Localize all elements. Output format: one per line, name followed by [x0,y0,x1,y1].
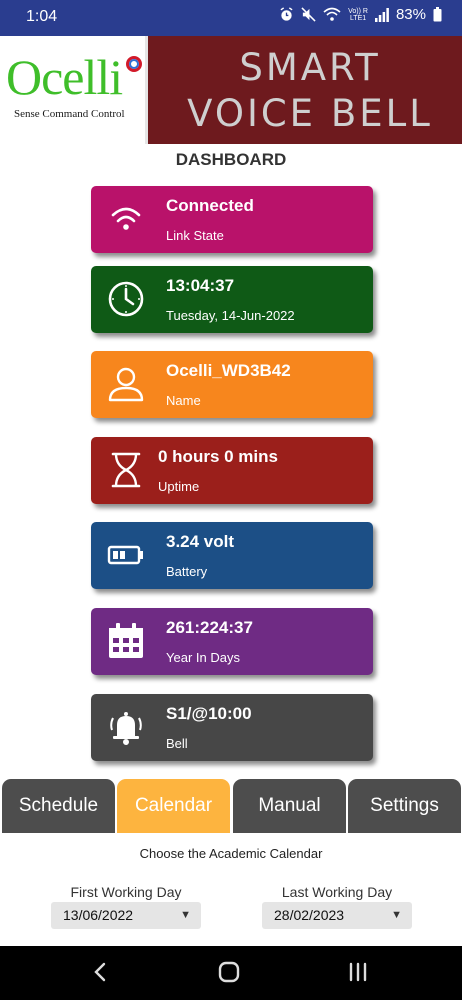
signal-icon [374,7,389,22]
bell-ringing-icon [110,712,142,745]
status-time: 1:04 [26,8,58,25]
mute-icon [301,7,316,22]
year-in-days-value: 261:224:37 [166,618,253,637]
battery-icon [433,7,442,22]
dashboard-title: DASHBOARD [175,150,287,169]
battery-card[interactable]: 3.24 volt Battery [91,522,373,589]
logo-tagline: Sense Command Control [14,108,125,120]
status-icons: Vo)) R LTE1 83% [279,6,442,23]
first-working-day-select[interactable]: 13/06/2022 ▼ [51,902,201,929]
app-header: Ocelli Sense Command Control SMART VOICE… [0,36,462,144]
battery-voltage-value: 3.24 volt [166,532,235,551]
logo-ring-inner-icon [129,59,139,69]
last-working-day-label: Last Working Day [281,884,393,900]
logo-text: Ocelli [6,49,123,105]
ocelli-logo: Ocelli Sense Command Control [0,36,148,144]
calendar-icon [109,623,143,658]
wifi-icon [111,207,141,230]
hourglass-icon [111,452,141,488]
clock-icon [108,281,144,317]
back-icon[interactable] [90,956,110,988]
last-working-day-select[interactable]: 28/02/2023 ▼ [262,902,412,929]
user-icon [108,367,144,402]
app-title-line1: SMART [239,46,381,89]
lte-label: LTE1 [349,14,367,22]
first-working-day-label: First Working Day [70,884,182,900]
link-state-card[interactable]: Connected Link State [91,186,373,253]
tab-manual[interactable]: Manual [233,779,346,833]
uptime-label: Uptime [158,479,200,494]
year-in-days-card[interactable]: 261:224:37 Year In Days [91,608,373,675]
volte-label: Vo)) R [348,7,368,15]
last-working-day-value: 28/02/2023 [274,907,345,923]
tab-schedule[interactable]: Schedule [2,779,115,833]
chevron-down-icon: ▼ [180,909,191,921]
status-bar: 1:04 Vo)) R LTE1 83% [0,0,462,36]
year-in-days-label: Year In Days [166,650,240,665]
battery-percent: 83% [395,6,426,23]
tab-bar: Schedule Calendar Manual Settings [0,779,462,833]
volte-lte-icon: Vo)) R LTE1 [348,8,368,22]
link-state-label: Link State [166,228,224,243]
system-nav-bar [0,946,462,1000]
device-name-card[interactable]: Ocelli_WD3B42 Name [91,351,373,418]
tab-calendar[interactable]: Calendar [117,779,230,833]
first-working-day-value: 13/06/2022 [63,907,134,923]
battery-icon [107,545,143,565]
recents-icon[interactable] [346,956,370,988]
link-state-value: Connected [166,196,254,215]
clock-card[interactable]: 13:04:37 Tuesday, 14-Jun-2022 [91,266,373,333]
home-icon[interactable] [216,956,244,988]
wifi-icon [323,7,341,21]
battery-label: Battery [166,564,208,579]
bell-schedule-value: S1/@10:00 [166,704,252,723]
bell-label: Bell [166,736,188,751]
tab-settings[interactable]: Settings [348,779,461,833]
uptime-value: 0 hours 0 mins [158,447,278,466]
chevron-down-icon: ▼ [391,909,402,921]
alarm-icon [280,7,293,21]
clock-date-label: Tuesday, 14-Jun-2022 [166,308,295,323]
uptime-card[interactable]: 0 hours 0 mins Uptime [91,437,373,504]
app-title-line2: VOICE BELL [187,92,433,135]
device-name-value: Ocelli_WD3B42 [166,361,291,380]
calendar-caption: Choose the Academic Calendar [139,846,323,861]
clock-time-value: 13:04:37 [166,276,235,295]
bell-card[interactable]: S1/@10:00 Bell [91,694,373,761]
device-name-label: Name [166,393,201,408]
